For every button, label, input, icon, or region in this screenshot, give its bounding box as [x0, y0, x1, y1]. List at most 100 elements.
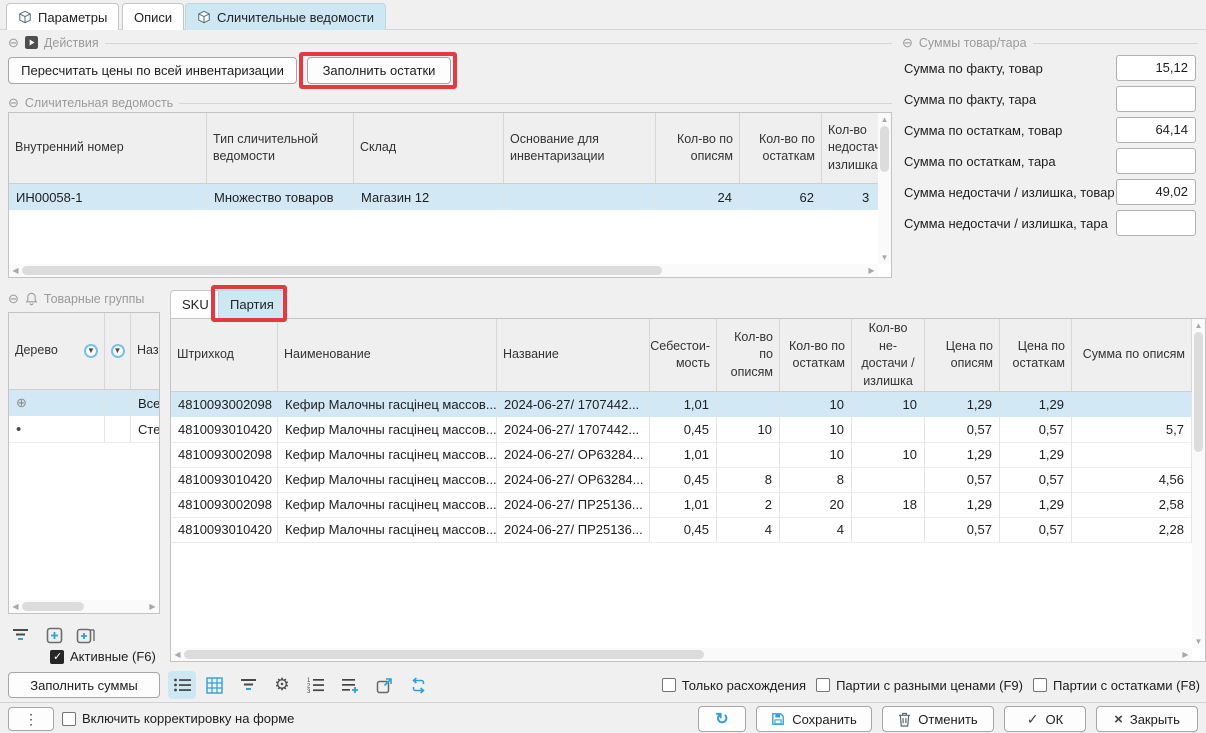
- batch-row[interactable]: 4810093010420 Кефир Малочны гасцінец мас…: [171, 517, 1192, 543]
- cell-cost[interactable]: 1,01: [650, 442, 717, 467]
- cell-qty-sheets[interactable]: 8: [717, 467, 780, 492]
- cell-price-remainders[interactable]: 1,29: [1000, 492, 1072, 517]
- cell-barcode[interactable]: 4810093002098: [171, 492, 278, 517]
- statement-vertical-scrollbar[interactable]: ▲ ▼: [878, 113, 891, 264]
- cell-qty-remainders[interactable]: 10: [780, 392, 852, 417]
- column-header[interactable]: Цена по остаткам: [1000, 319, 1072, 391]
- cell-price-sheets[interactable]: 0,57: [925, 517, 1000, 542]
- cell-qty-sheets[interactable]: 24: [656, 184, 740, 210]
- scroll-up-icon[interactable]: ▲: [878, 113, 891, 126]
- cell-qty-shortage[interactable]: [852, 417, 925, 442]
- cell-price-sheets[interactable]: 1,29: [925, 442, 1000, 467]
- scroll-left-icon[interactable]: ◀: [171, 648, 184, 661]
- column-header[interactable]: ▼: [105, 313, 131, 389]
- cell-name[interactable]: Кефир Малочны гасцінец массов...: [278, 392, 497, 417]
- column-header[interactable]: Название: [497, 319, 650, 391]
- cell-qty-remainders[interactable]: 8: [780, 467, 852, 492]
- column-header[interactable]: Сумма по описям: [1072, 319, 1192, 391]
- column-header[interactable]: Кол-во по описям: [656, 113, 740, 183]
- cell-qty-remainders[interactable]: 4: [780, 517, 852, 542]
- scroll-right-icon[interactable]: ▶: [1179, 648, 1192, 661]
- cell-sum-sheets[interactable]: 2,28: [1072, 517, 1192, 542]
- cell-sum-sheets[interactable]: 4,56: [1072, 467, 1192, 492]
- cell-qty-sheets[interactable]: 2: [717, 492, 780, 517]
- collapse-icon[interactable]: ⊖: [8, 36, 19, 49]
- adjustment-checkbox[interactable]: [62, 712, 76, 726]
- cell-name[interactable]: Кефир Малочны гасцінец массов...: [278, 467, 497, 492]
- fill-remainders-button[interactable]: Заполнить остатки: [307, 57, 451, 84]
- tab-inventories[interactable]: Описи: [122, 3, 184, 30]
- cell-batch-name[interactable]: 2024-06-27/ ПР25136...: [497, 492, 650, 517]
- cell-price-sheets[interactable]: 1,29: [925, 392, 1000, 417]
- cell-name[interactable]: Кефир Малочны гасцінец массов...: [278, 417, 497, 442]
- cell-cost[interactable]: 0,45: [650, 417, 717, 442]
- cell-qty-shortage[interactable]: 18: [852, 492, 925, 517]
- cell-qty-remainders[interactable]: 62: [740, 184, 822, 210]
- column-header[interactable]: Тип сличительной ведомости: [207, 113, 354, 183]
- fill-sums-button[interactable]: Заполнить суммы: [8, 672, 160, 698]
- cell-cost[interactable]: 0,45: [650, 517, 717, 542]
- collapse-icon[interactable]: ⊖: [8, 292, 19, 305]
- tree-row-glass[interactable]: • Стекло: [9, 416, 160, 443]
- sum-fact-tare-field[interactable]: [1116, 86, 1196, 112]
- expand-node-button[interactable]: [40, 621, 68, 649]
- statement-row[interactable]: ИН00058-1 Множество товаров Магазин 12 2…: [9, 184, 892, 210]
- cell-qty-sheets[interactable]: [717, 442, 780, 467]
- scroll-right-icon[interactable]: ▶: [865, 264, 878, 277]
- scroll-right-icon[interactable]: ▶: [146, 600, 159, 613]
- cell-sum-sheets[interactable]: 2,58: [1072, 492, 1192, 517]
- column-header[interactable]: Штрихкод: [171, 319, 278, 391]
- column-header[interactable]: Основание для инвентаризации: [504, 113, 656, 183]
- refresh-list-button[interactable]: [404, 671, 432, 699]
- cell-internal-number[interactable]: ИН00058-1: [9, 184, 207, 210]
- cell-batch-name[interactable]: 2024-06-27/ ПР25136...: [497, 517, 650, 542]
- actives-checkbox[interactable]: [50, 650, 64, 664]
- cell-barcode[interactable]: 4810093010420: [171, 417, 278, 442]
- column-header[interactable]: Дерево ▼: [9, 313, 105, 389]
- cell-sum-sheets[interactable]: [1072, 442, 1192, 467]
- refresh-button[interactable]: ↻: [698, 706, 746, 732]
- cell-batch-name[interactable]: 2024-06-27/ 1707442...: [497, 392, 650, 417]
- cell-qty-remainders[interactable]: 10: [780, 442, 852, 467]
- cell-name[interactable]: Кефир Малочны гасцінец массов...: [278, 442, 497, 467]
- cell-warehouse[interactable]: Магазин 12: [354, 184, 504, 210]
- grid-view-button[interactable]: [200, 671, 228, 699]
- cell-qty-remainders[interactable]: 20: [780, 492, 852, 517]
- column-header[interactable]: Кол-во по остаткам: [740, 113, 822, 183]
- cell-price-sheets[interactable]: 1,29: [925, 492, 1000, 517]
- settings-button[interactable]: ⚙: [268, 671, 296, 699]
- column-header[interactable]: Склад: [354, 113, 504, 183]
- open-external-button[interactable]: [370, 671, 398, 699]
- diff-prices-checkbox[interactable]: [816, 678, 830, 692]
- cell-batch-name[interactable]: 2024-06-27/ ОР63284...: [497, 442, 650, 467]
- column-header[interactable]: Наименование: [278, 319, 497, 391]
- scroll-down-icon[interactable]: ▼: [878, 251, 891, 264]
- cell-price-remainders[interactable]: 1,29: [1000, 392, 1072, 417]
- tree-row-all[interactable]: ⊕ Все: [9, 390, 160, 416]
- close-button[interactable]: × Закрыть: [1096, 706, 1198, 732]
- sum-shortage-goods-field[interactable]: 49,02: [1116, 179, 1196, 205]
- tree-filter-button[interactable]: [6, 621, 34, 649]
- cell-qty-sheets[interactable]: [717, 392, 780, 417]
- cell-price-remainders[interactable]: 0,57: [1000, 417, 1072, 442]
- batch-row[interactable]: 4810093002098 Кефир Малочны гасцінец мас…: [171, 492, 1192, 518]
- batch-horizontal-scrollbar[interactable]: ◀ ▶: [171, 648, 1192, 661]
- scroll-down-icon[interactable]: ▼: [1192, 635, 1205, 648]
- cancel-button[interactable]: Отменить: [882, 706, 994, 732]
- expand-node-icon[interactable]: ⊕: [9, 390, 105, 416]
- column-header[interactable]: Кол-во по описям: [717, 319, 780, 391]
- expand-all-button[interactable]: [72, 621, 100, 649]
- cell-cost[interactable]: 1,01: [650, 492, 717, 517]
- column-header[interactable]: Себестои-мость: [650, 319, 717, 391]
- cell-qty-shortage[interactable]: 10: [852, 392, 925, 417]
- tab-statements[interactable]: Сличительные ведомости: [185, 3, 386, 30]
- sum-shortage-tare-field[interactable]: [1116, 210, 1196, 236]
- collapse-icon[interactable]: ⊖: [902, 36, 913, 49]
- batch-row[interactable]: 4810093002098 Кефир Малочны гасцінец мас…: [171, 442, 1192, 468]
- cell-cost[interactable]: 1,01: [650, 392, 717, 417]
- recalc-prices-button[interactable]: Пересчитать цены по всей инвентаризации: [8, 57, 297, 84]
- numbered-list-button[interactable]: 123: [302, 671, 330, 699]
- tab-sku[interactable]: SKU: [170, 290, 221, 318]
- batch-row[interactable]: 4810093002098 Кефир Малочны гасцінец мас…: [171, 392, 1192, 417]
- column-header[interactable]: Цена по описям: [925, 319, 1000, 391]
